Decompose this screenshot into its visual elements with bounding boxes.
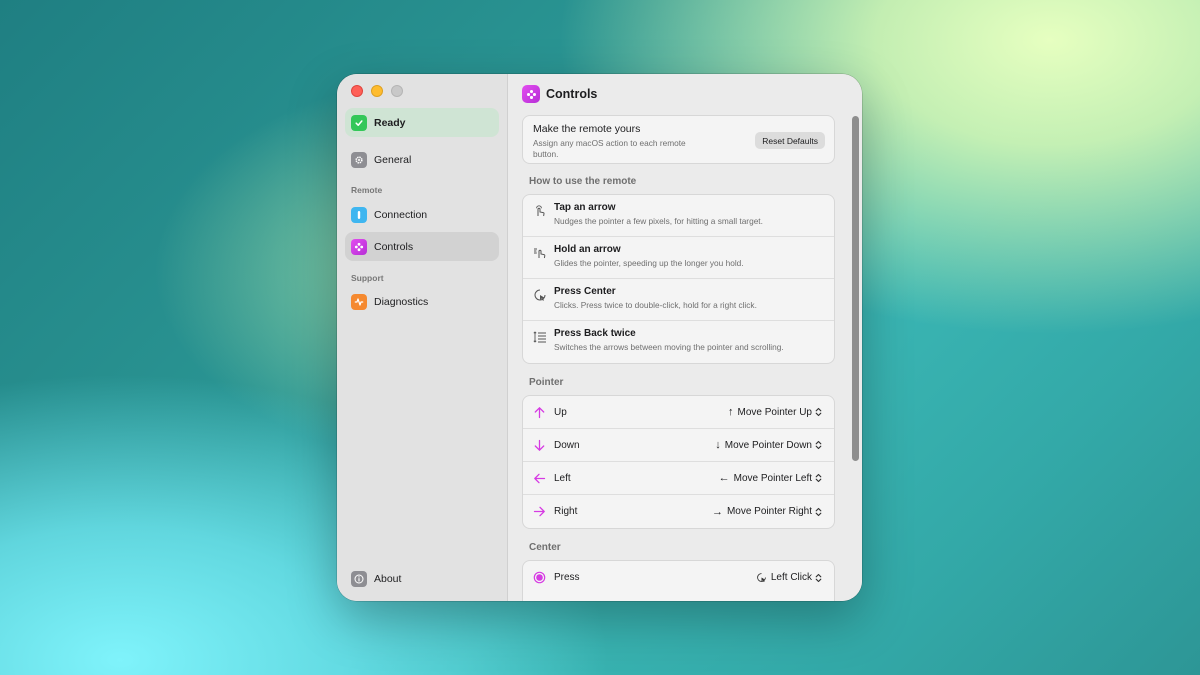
info-icon [351, 570, 367, 587]
action-popup-press[interactable]: Left Click [756, 572, 822, 583]
hold-hand-icon [534, 248, 546, 259]
chevron-up-down-icon [815, 440, 822, 450]
mapping-row-left: Left ← Move Pointer Left [523, 462, 834, 495]
arrow-left-icon [534, 473, 546, 484]
intro-card: Make the remote yours Assign any macOS a… [522, 115, 835, 164]
cursor-click-icon [757, 573, 766, 583]
gamepad-icon [351, 238, 367, 255]
reset-defaults-button[interactable]: Reset Defaults [755, 132, 825, 149]
how-to-list: Tap an arrow Nudges the pointer a few pi… [522, 194, 835, 364]
window-controls [351, 85, 403, 97]
arrow-down-icon [534, 439, 545, 451]
chevron-up-down-icon [815, 507, 822, 516]
pointer-mapping-list: Up ↑ Move Pointer Up Down ↓ Move Pointer… [522, 395, 835, 529]
section-header-pointer: Pointer [529, 377, 564, 388]
action-popup-right[interactable]: → Move Pointer Right [712, 506, 822, 518]
list-item: Hold an arrow Glides the pointer, speedi… [523, 237, 834, 279]
sidebar-item-about[interactable]: About [345, 564, 499, 593]
settings-scroll-area[interactable]: Make the remote yours Assign any macOS a… [522, 115, 835, 601]
list-item: Press Center Clicks. Press twice to doub… [523, 279, 834, 321]
mapping-row-down: Down ↓ Move Pointer Down [523, 429, 834, 462]
sidebar-item-label: Ready [374, 116, 406, 129]
scroll-list-icon [533, 331, 546, 343]
chevron-up-down-icon [815, 473, 822, 483]
sidebar-item-label: Controls [374, 240, 414, 253]
center-mapping-list: Press Left Click [522, 560, 835, 601]
arrow-up-icon [534, 407, 545, 419]
page-header: Controls [522, 85, 597, 103]
sidebar-section-remote: Remote [351, 185, 383, 195]
waveform-icon [351, 293, 367, 310]
list-item: Press Back twice Switches the arrows bet… [523, 321, 834, 363]
action-popup-left[interactable]: ← Move Pointer Left [719, 472, 822, 484]
tap-hand-icon [536, 205, 545, 217]
chevron-up-down-icon [815, 407, 822, 417]
intro-subtitle: Assign any macOS action to each remote b… [533, 138, 686, 159]
sidebar-item-label: General [374, 153, 412, 166]
mapping-row-up: Up ↑ Move Pointer Up [523, 396, 834, 429]
cursor-click-icon [534, 289, 546, 301]
arrow-right-icon [533, 506, 545, 517]
zoom-window-button[interactable] [391, 85, 403, 97]
sidebar-item-label: Connection [374, 208, 428, 221]
sidebar-item-general[interactable]: General [345, 145, 499, 174]
mapping-row-press: Press Left Click [523, 561, 834, 594]
sidebar-item-label: About [374, 572, 402, 585]
section-header-how-to: How to use the remote [529, 176, 637, 187]
sidebar-item-controls[interactable]: Controls [345, 232, 499, 261]
page-title: Controls [546, 87, 598, 101]
scrollbar-thumb[interactable] [852, 116, 859, 461]
remote-icon [351, 206, 367, 223]
sidebar-item-ready[interactable]: Ready [345, 108, 499, 137]
mapping-row-right: Right → Move Pointer Right [523, 495, 834, 528]
sidebar: Ready General Remote Connection Controls… [337, 74, 508, 601]
action-popup-up[interactable]: ↑ Move Pointer Up [728, 406, 822, 418]
gamepad-icon [522, 85, 540, 103]
sidebar-section-support: Support [351, 273, 384, 283]
close-window-button[interactable] [351, 85, 363, 97]
record-circle-icon [533, 571, 546, 584]
sidebar-item-diagnostics[interactable]: Diagnostics [345, 287, 499, 316]
chevron-up-down-icon [815, 573, 822, 582]
minimize-window-button[interactable] [371, 85, 383, 97]
checkmark-shield-icon [351, 114, 367, 131]
sidebar-item-label: Diagnostics [374, 295, 429, 308]
gear-icon [351, 151, 367, 168]
action-popup-down[interactable]: ↓ Move Pointer Down [715, 439, 822, 451]
list-item: Tap an arrow Nudges the pointer a few pi… [523, 195, 834, 237]
app-window: Ready General Remote Connection Controls… [337, 74, 862, 601]
section-header-center: Center [529, 542, 561, 553]
main-content: Controls Make the remote yours Assign an… [508, 74, 862, 601]
sidebar-item-connection[interactable]: Connection [345, 200, 499, 229]
